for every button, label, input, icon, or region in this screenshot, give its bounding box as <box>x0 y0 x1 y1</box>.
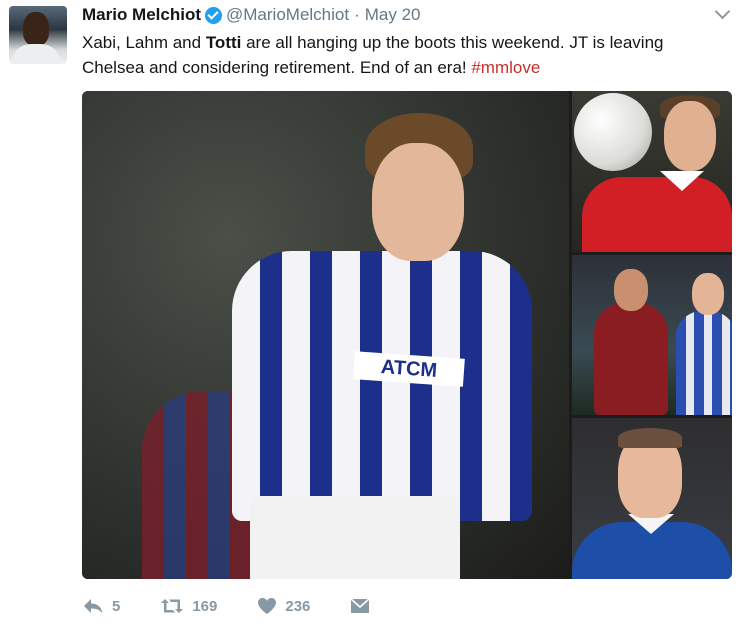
blue-striped-player <box>676 311 732 415</box>
author-name[interactable]: Mario Melchiot <box>82 5 201 25</box>
verified-badge-icon <box>205 6 223 24</box>
direct-message-button[interactable] <box>350 597 370 615</box>
retweet-button[interactable]: 169 <box>160 597 217 615</box>
retweet-count: 169 <box>192 597 218 615</box>
tweet-text: Xabi, Lahm and Totti are all hanging up … <box>82 30 722 80</box>
side-photo-2[interactable] <box>572 255 732 415</box>
tweet-date[interactable]: May 20 <box>365 5 421 25</box>
media-grid: ATCM <box>82 91 732 579</box>
tweet-actions: 5 169 236 <box>82 594 410 618</box>
player-hair <box>618 428 682 448</box>
player-head <box>692 273 724 315</box>
side-photo-1[interactable] <box>572 91 732 252</box>
direct-message-icon <box>350 598 370 613</box>
main-photo[interactable]: ATCM <box>82 91 569 579</box>
like-count: 236 <box>285 597 311 615</box>
hashtag-link[interactable]: #mmlove <box>471 58 540 77</box>
red-shirt <box>582 177 732 252</box>
tweet: Mario Melchiot @MarioMelchiot · May 20 X… <box>0 0 750 628</box>
roma-player <box>594 303 668 415</box>
tweet-header: Mario Melchiot @MarioMelchiot · May 20 <box>82 4 421 26</box>
avatar-face <box>23 12 49 46</box>
tweet-text-part1: Xabi, Lahm and <box>82 33 206 52</box>
reply-count: 5 <box>112 597 121 615</box>
avatar-shoulders <box>11 44 61 64</box>
chevron-down-icon[interactable] <box>714 3 731 20</box>
author-handle[interactable]: @MarioMelchiot <box>226 5 349 25</box>
retweet-icon <box>161 599 184 613</box>
like-button[interactable]: 236 <box>257 597 310 615</box>
player-head <box>372 143 464 261</box>
side-photo-3[interactable] <box>572 418 732 579</box>
heart-icon <box>258 598 277 614</box>
tweet-text-bold: Totti <box>205 33 242 52</box>
football-icon <box>574 93 652 171</box>
reply-button[interactable]: 5 <box>82 597 120 615</box>
player-head <box>664 101 716 171</box>
reply-icon <box>84 599 103 614</box>
striped-shirt <box>232 251 532 521</box>
avatar[interactable] <box>9 6 67 64</box>
shorts <box>250 496 460 579</box>
header-separator: · <box>354 5 360 24</box>
player-head <box>614 269 648 311</box>
